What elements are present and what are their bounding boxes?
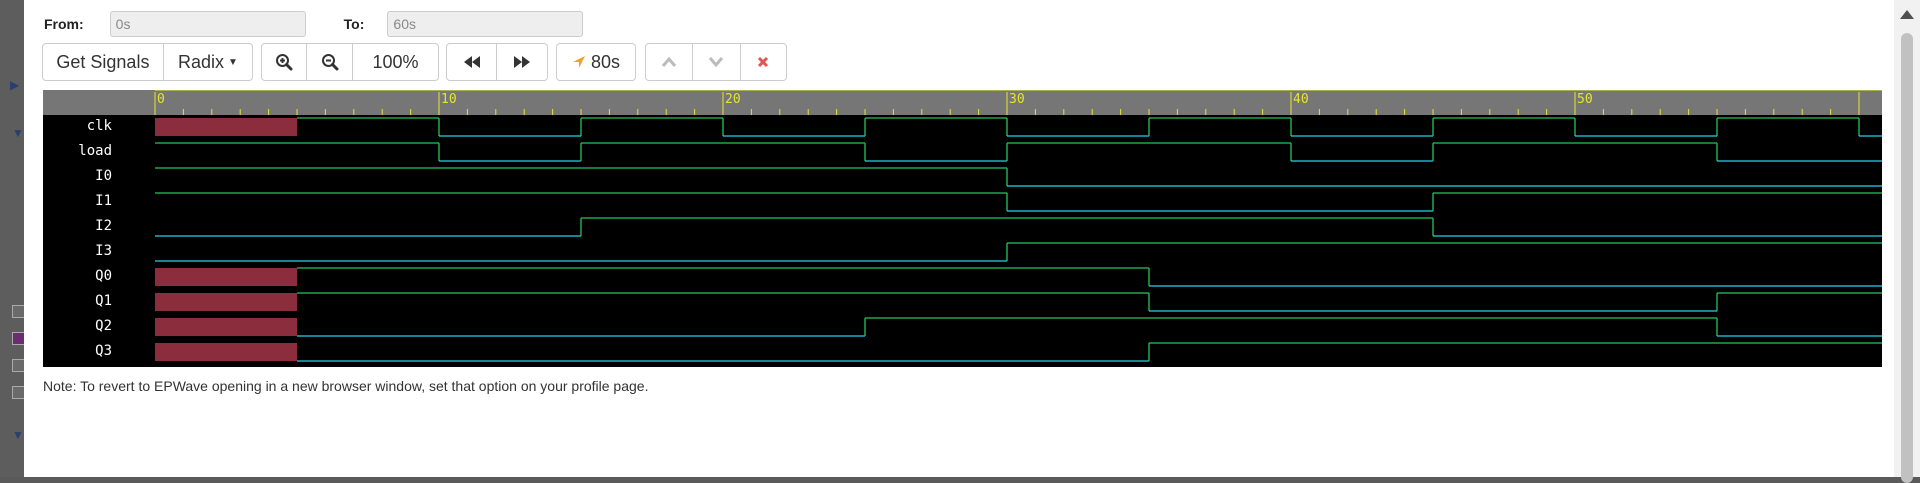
unknown-value-region bbox=[155, 268, 297, 286]
signals-group: Get Signals Radix ▼ bbox=[42, 43, 253, 81]
time-range-row: From: To: bbox=[44, 10, 584, 38]
navigate-group bbox=[446, 43, 548, 81]
zoom-in-icon bbox=[276, 54, 293, 71]
previous-marker-button[interactable] bbox=[646, 44, 694, 80]
waveform-background bbox=[43, 90, 1882, 367]
from-input[interactable] bbox=[109, 11, 306, 37]
ruler-tick-label: 0 bbox=[157, 92, 165, 107]
caret-down-icon: ▼ bbox=[227, 56, 238, 68]
ruler-tick-label: 50 bbox=[1577, 92, 1593, 107]
from-label: From: bbox=[44, 16, 84, 32]
unknown-value-region bbox=[155, 118, 297, 136]
rewind-button[interactable] bbox=[447, 44, 498, 80]
ruler-tick-label: 30 bbox=[1009, 92, 1025, 107]
signal-name-I2[interactable]: I2 bbox=[95, 218, 112, 234]
radix-button[interactable]: Radix ▼ bbox=[164, 44, 252, 80]
signal-name-Q1[interactable]: Q1 bbox=[95, 293, 112, 309]
caret-down-icon: ▼ bbox=[12, 126, 24, 140]
vertical-scrollbar[interactable] bbox=[1894, 0, 1920, 483]
signal-name-I0[interactable]: I0 bbox=[95, 168, 112, 184]
signal-name-Q2[interactable]: Q2 bbox=[95, 318, 112, 334]
chevron-up-icon bbox=[662, 56, 677, 67]
clear-markers-button[interactable] bbox=[741, 44, 786, 80]
to-input[interactable] bbox=[387, 11, 584, 37]
zoom-level-button[interactable]: 100% bbox=[353, 44, 438, 80]
end-time-label: 80s bbox=[590, 51, 621, 72]
next-marker-button[interactable] bbox=[693, 44, 741, 80]
signal-name-Q3[interactable]: Q3 bbox=[95, 343, 112, 359]
marker-group bbox=[645, 43, 787, 81]
scroll-up-icon[interactable] bbox=[1900, 10, 1914, 19]
signal-name-clk[interactable]: clk bbox=[87, 118, 113, 134]
chevron-down-icon bbox=[709, 57, 724, 68]
epwave-modal: From: To: Get Signals Radix ▼ 100% bbox=[24, 0, 1920, 477]
to-label: To: bbox=[343, 16, 365, 32]
waveform-viewer[interactable]: 0 10 20 30 40 50 clk load I0 I1 I2 I3 Q0 Q1 Q2 Q3 bbox=[43, 90, 1882, 367]
cursor-arrow-icon bbox=[572, 56, 585, 68]
close-icon bbox=[758, 56, 769, 68]
signal-name-Q0[interactable]: Q0 bbox=[95, 268, 112, 284]
radix-label: Radix bbox=[177, 51, 224, 72]
signal-name-I1[interactable]: I1 bbox=[95, 193, 112, 209]
zoom-out-button[interactable] bbox=[307, 44, 353, 80]
zoom-group: 100% bbox=[261, 43, 439, 81]
profile-note: Note: To revert to EPWave opening in a n… bbox=[43, 378, 649, 394]
end-time-group: 80s bbox=[556, 43, 636, 81]
caret-icon: ▶ bbox=[10, 78, 20, 92]
scrollbar-thumb[interactable] bbox=[1901, 33, 1913, 483]
ruler-tick-label: 20 bbox=[725, 92, 741, 107]
ruler-tick-label: 10 bbox=[441, 92, 457, 107]
fast-forward-button[interactable] bbox=[497, 44, 547, 80]
unknown-value-region bbox=[155, 318, 297, 336]
caret-down-icon: ▼ bbox=[12, 428, 24, 442]
get-signals-button[interactable]: Get Signals bbox=[43, 44, 164, 80]
zoom-out-icon bbox=[321, 54, 339, 71]
ruler-tick-label: 40 bbox=[1293, 92, 1309, 107]
fast-forward-icon bbox=[514, 56, 530, 68]
end-time-button[interactable]: 80s bbox=[557, 44, 635, 80]
background-page-strip: ▶ ▼ ▼ bbox=[0, 0, 25, 477]
unknown-value-region bbox=[155, 293, 297, 311]
signal-name-I3[interactable]: I3 bbox=[95, 243, 112, 259]
unknown-value-region bbox=[155, 343, 297, 361]
signal-name-load[interactable]: load bbox=[78, 143, 112, 159]
rewind-icon bbox=[463, 56, 480, 68]
zoom-in-button[interactable] bbox=[262, 44, 308, 80]
time-ruler bbox=[43, 90, 1882, 115]
